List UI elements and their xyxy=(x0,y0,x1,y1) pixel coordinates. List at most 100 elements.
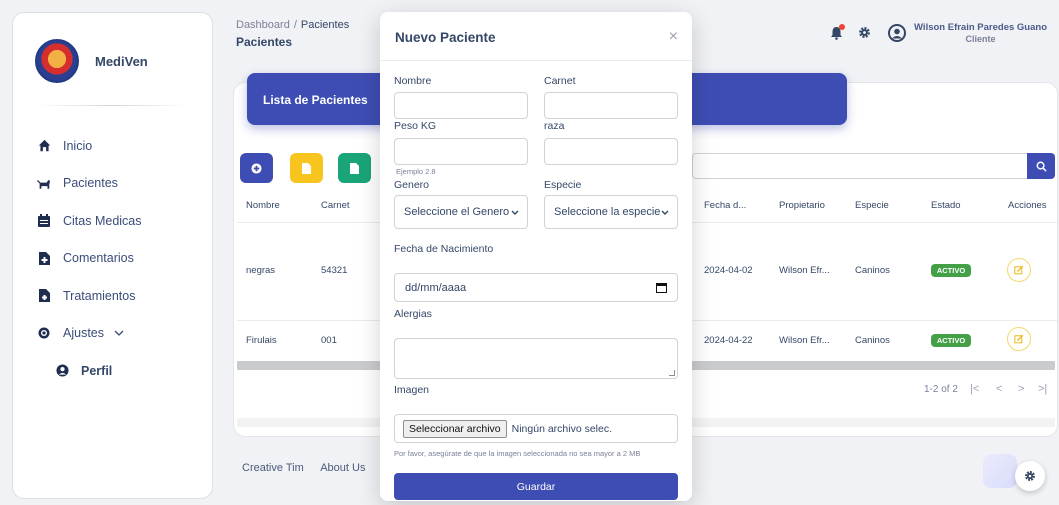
brand-name: MediVen xyxy=(95,53,148,69)
notification-dot xyxy=(839,24,846,30)
sidebar-item-tratamientos[interactable]: Tratamientos xyxy=(37,277,207,315)
breadcrumb-root[interactable]: Dashboard xyxy=(236,19,290,31)
next-page-icon[interactable]: > xyxy=(1018,383,1024,395)
bell-icon[interactable] xyxy=(830,24,846,40)
sidebar-item-label: Citas Medicas xyxy=(63,213,142,228)
settings-icon xyxy=(37,326,51,340)
home-icon xyxy=(37,139,51,153)
brand[interactable]: MediVen xyxy=(35,39,148,83)
chevron-down-icon xyxy=(511,207,519,217)
user-info[interactable]: Wilson Efrain Paredes Guano Cliente xyxy=(914,22,1047,44)
search-input[interactable] xyxy=(692,153,1027,179)
column-header-acciones: Acciones xyxy=(1008,200,1047,211)
footer-link[interactable]: About Us xyxy=(320,462,365,474)
light-shape xyxy=(983,454,1017,488)
imagen-file-input[interactable]: Seleccionar archivo Ningún archivo selec… xyxy=(394,414,678,443)
cell-especie: Caninos xyxy=(855,265,890,276)
sidebar-item-inicio[interactable]: Inicio xyxy=(37,127,207,165)
export-pdf-button[interactable] xyxy=(338,153,371,183)
sidebar: MediVen Inicio Pacientes Citas Medicas C xyxy=(12,12,213,499)
date-placeholder: dd/mm/aaaa xyxy=(405,281,467,294)
sidebar-item-label: Comentarios xyxy=(63,251,134,266)
alergias-field[interactable] xyxy=(394,338,678,379)
last-page-icon[interactable]: >| xyxy=(1038,383,1047,395)
peso-field[interactable] xyxy=(394,138,528,165)
cell-nombre: negras xyxy=(246,265,276,276)
edit-button[interactable] xyxy=(1007,327,1031,351)
carnet-label: Carnet xyxy=(544,75,576,87)
footer-link[interactable]: Creative Tim xyxy=(242,462,304,474)
user-circle-icon[interactable] xyxy=(888,24,907,42)
fecha-label: Fecha de Nacimiento xyxy=(394,243,494,255)
user-name: Wilson Efrain Paredes Guano xyxy=(914,22,1047,33)
especie-select-value: Seleccione la especie xyxy=(554,206,661,218)
user-role: Cliente xyxy=(965,34,996,44)
raza-label: raza xyxy=(544,120,565,132)
column-header-especie[interactable]: Especie xyxy=(855,200,889,211)
breadcrumb: Dashboard / Pacientes xyxy=(236,19,349,31)
especie-select[interactable]: Seleccione la especie xyxy=(544,195,678,229)
add-patient-button[interactable] xyxy=(240,153,273,183)
sidebar-item-pacientes[interactable]: Pacientes xyxy=(37,165,207,203)
status-badge: ACTIVO xyxy=(931,334,971,347)
nombre-field[interactable] xyxy=(394,92,528,119)
column-header-fecha[interactable]: Fecha d... xyxy=(704,200,746,211)
save-button[interactable]: Guardar xyxy=(394,473,678,500)
resize-handle[interactable] xyxy=(669,370,675,376)
clinic-logo xyxy=(35,39,79,83)
prev-page-icon[interactable]: < xyxy=(996,383,1002,395)
top-actions: Wilson Efrain Paredes Guano Cliente xyxy=(830,22,1047,44)
search-button[interactable] xyxy=(1027,153,1055,179)
file-icon xyxy=(350,162,359,174)
peso-hint: Ejemplo 2.8 xyxy=(396,167,436,176)
new-patient-modal: Nuevo Paciente × Nombre Carnet Peso KG E… xyxy=(380,12,692,501)
calendar-icon[interactable] xyxy=(656,282,667,293)
chevron-down-icon xyxy=(661,207,669,217)
genero-label: Genero xyxy=(394,179,430,191)
column-header-propietario[interactable]: Propietario xyxy=(779,200,825,211)
file-medical-icon xyxy=(37,289,51,303)
calendar-icon xyxy=(37,214,51,228)
sidebar-item-label: Tratamientos xyxy=(63,288,136,303)
sidebar-item-ajustes[interactable]: Ajustes xyxy=(37,315,207,353)
sidebar-item-citas-medicas[interactable]: Citas Medicas xyxy=(37,202,207,240)
raza-field[interactable] xyxy=(544,138,678,165)
banner-title: Lista de Pacientes xyxy=(263,93,368,107)
sidebar-nav: Inicio Pacientes Citas Medicas Comentari… xyxy=(37,127,207,390)
dog-icon xyxy=(37,176,51,190)
cell-carnet: 54321 xyxy=(321,265,348,276)
cell-especie: Caninos xyxy=(855,335,890,346)
pagination-range: 1-2 of 2 xyxy=(924,384,958,395)
column-header-nombre[interactable]: Nombre xyxy=(246,200,280,211)
file-icon xyxy=(302,162,311,174)
genero-select-value: Seleccione el Genero xyxy=(404,206,510,218)
fecha-nacimiento-field[interactable]: dd/mm/aaaa xyxy=(394,273,678,302)
edit-icon xyxy=(1014,265,1024,275)
gear-icon xyxy=(1025,471,1035,481)
nombre-label: Nombre xyxy=(394,75,432,87)
export-excel-button[interactable] xyxy=(290,153,323,183)
edit-button[interactable] xyxy=(1007,258,1031,282)
carnet-field[interactable] xyxy=(544,92,678,119)
first-page-icon[interactable]: |< xyxy=(970,383,979,395)
sidebar-divider xyxy=(35,105,190,106)
genero-select[interactable]: Seleccione el Genero xyxy=(394,195,528,229)
edit-icon xyxy=(1014,334,1024,344)
sidebar-item-comentarios[interactable]: Comentarios xyxy=(37,240,207,278)
choose-file-button[interactable]: Seleccionar archivo xyxy=(403,419,507,438)
close-button[interactable]: × xyxy=(669,28,678,46)
column-header-estado[interactable]: Estado xyxy=(931,200,961,211)
sidebar-item-label: Pacientes xyxy=(63,176,118,191)
sidebar-item-perfil[interactable]: Perfil xyxy=(37,352,207,390)
sidebar-item-label: Ajustes xyxy=(63,326,104,341)
breadcrumb-current: Pacientes xyxy=(300,19,350,31)
file-plus-icon xyxy=(37,251,51,265)
gear-icon[interactable] xyxy=(858,26,872,40)
cell-propietario: Wilson Efr... xyxy=(779,265,830,276)
sidebar-item-label: Perfil xyxy=(81,363,113,378)
imagen-label: Imagen xyxy=(394,384,430,396)
cell-propietario: Wilson Efr... xyxy=(779,335,830,346)
column-header-carnet[interactable]: Carnet xyxy=(321,200,350,211)
cell-nombre: Firulais xyxy=(246,335,277,346)
configurator-button[interactable] xyxy=(1015,461,1045,491)
